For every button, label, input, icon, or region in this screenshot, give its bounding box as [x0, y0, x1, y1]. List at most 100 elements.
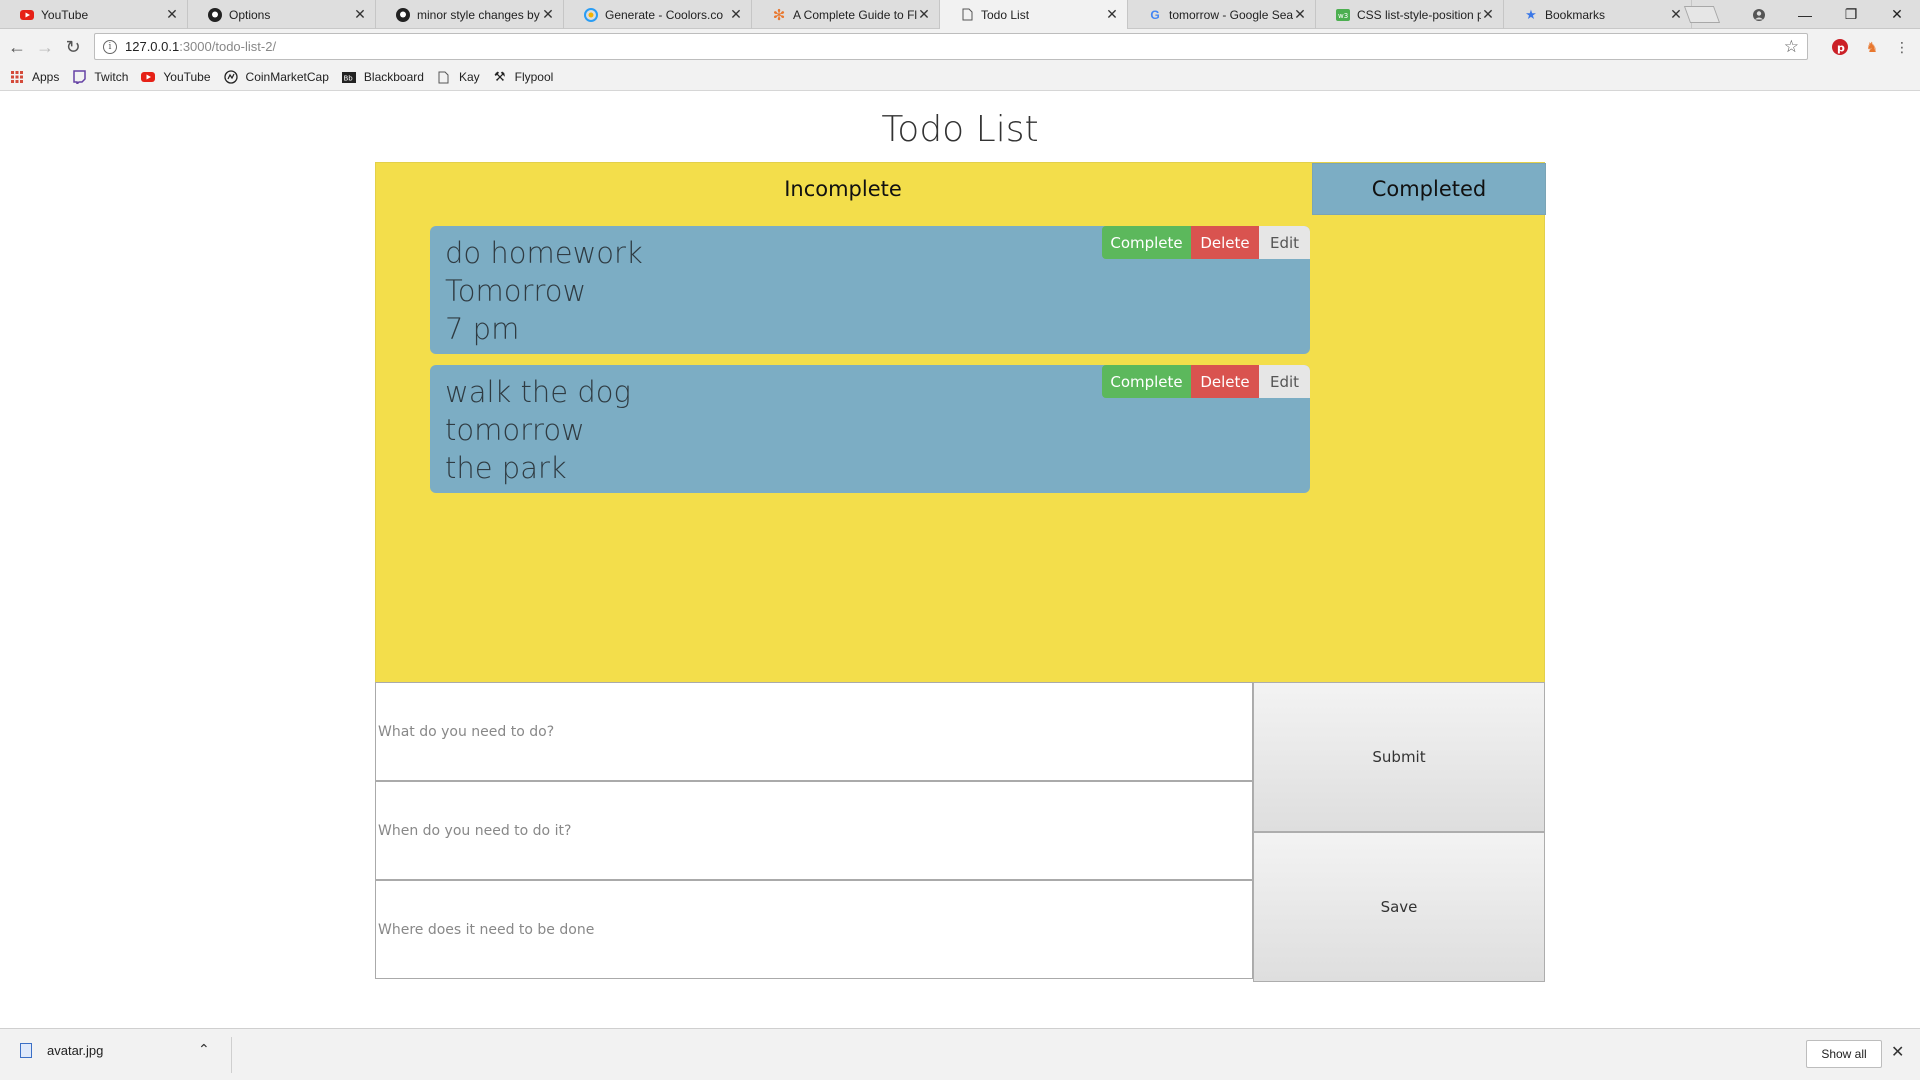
- complete-button[interactable]: Complete: [1102, 226, 1191, 259]
- menu-dots-icon[interactable]: ⋮: [1892, 37, 1912, 57]
- bookmark-kay[interactable]: Kay: [437, 70, 480, 84]
- tab-completed[interactable]: Completed: [1312, 163, 1546, 215]
- bookmark-coinmarketcap[interactable]: CoinMarketCap: [223, 70, 329, 84]
- browser-tab-options[interactable]: Options ✕: [188, 0, 376, 29]
- browser-tab-css-tricks[interactable]: ✻ A Complete Guide to Fl ✕: [752, 0, 940, 29]
- submit-button[interactable]: Submit: [1253, 682, 1545, 832]
- page-icon: [960, 8, 974, 22]
- info-icon[interactable]: i: [103, 39, 117, 54]
- browser-tab-google[interactable]: G tomorrow - Google Sea ✕: [1128, 0, 1316, 29]
- browser-toolbar: ← → ↻ i 127.0.0.1:3000/todo-list-2/ ☆ p …: [0, 29, 1920, 64]
- close-icon[interactable]: ✕: [165, 6, 179, 23]
- todo-form: Submit Save: [375, 682, 1545, 982]
- close-icon[interactable]: ✕: [729, 6, 743, 23]
- edit-button[interactable]: Edit: [1259, 226, 1310, 259]
- chevron-up-icon[interactable]: ⌃: [198, 1041, 210, 1058]
- pickaxe-icon: ⚒: [493, 69, 506, 84]
- pinterest-icon[interactable]: p: [1830, 37, 1850, 57]
- bookmark-label: Twitch: [94, 70, 129, 84]
- what-input[interactable]: [378, 683, 1252, 780]
- bookmark-star-icon[interactable]: ☆: [1784, 37, 1799, 57]
- close-icon[interactable]: ✕: [917, 6, 931, 23]
- css-tricks-icon: ✻: [772, 6, 786, 24]
- google-icon: G: [1150, 7, 1160, 22]
- reload-icon[interactable]: ↻: [60, 34, 86, 60]
- show-all-button[interactable]: Show all: [1806, 1040, 1882, 1068]
- twitch-icon: [72, 70, 86, 84]
- apps-grid-icon: [10, 70, 24, 84]
- profile-icon[interactable]: [1736, 0, 1782, 29]
- bookmark-flypool[interactable]: ⚒ Flypool: [493, 69, 554, 84]
- download-item[interactable]: avatar.jpg: [20, 1043, 103, 1058]
- close-icon[interactable]: ✕: [541, 6, 555, 23]
- tab-title: tomorrow - Google Sea: [1169, 7, 1293, 22]
- restore-icon[interactable]: ❐: [1828, 0, 1874, 29]
- delete-button[interactable]: Delete: [1191, 365, 1259, 398]
- todo-actions: Complete Delete Edit: [1102, 365, 1310, 398]
- new-tab-button[interactable]: [1683, 6, 1721, 23]
- browser-tab-w3schools[interactable]: w3 CSS list-style-position p ✕: [1316, 0, 1504, 29]
- download-file-name: avatar.jpg: [47, 1043, 104, 1058]
- bookmark-label: YouTube: [163, 70, 211, 84]
- address-bar[interactable]: i 127.0.0.1:3000/todo-list-2/ ☆: [94, 33, 1808, 60]
- svg-text:w3: w3: [1338, 12, 1348, 20]
- url-host: 127.0.0.1: [125, 39, 180, 54]
- close-icon[interactable]: ✕: [1481, 6, 1495, 23]
- bookmark-blackboard[interactable]: Bb Blackboard: [341, 70, 424, 84]
- close-icon[interactable]: ✕: [1891, 1042, 1904, 1062]
- youtube-icon: [141, 70, 156, 84]
- todo-when: Tomorrow: [445, 274, 587, 308]
- browser-tab-todo-list[interactable]: Todo List ✕: [940, 0, 1128, 30]
- page-title: Todo List: [881, 109, 1039, 150]
- where-input[interactable]: [378, 881, 1252, 978]
- tab-title: Options: [229, 7, 271, 22]
- bookmark-twitch[interactable]: Twitch: [72, 70, 128, 84]
- close-icon[interactable]: ✕: [1669, 6, 1683, 23]
- downloads-bar: avatar.jpg ⌃ Show all ✕: [0, 1028, 1920, 1080]
- delete-button[interactable]: Delete: [1191, 226, 1259, 259]
- browser-tab-coolors[interactable]: Generate - Coolors.co ✕: [564, 0, 752, 29]
- svg-text:p: p: [1837, 42, 1845, 55]
- complete-button[interactable]: Complete: [1102, 365, 1191, 398]
- image-file-icon: [20, 1043, 32, 1058]
- close-icon[interactable]: ✕: [353, 6, 367, 23]
- bookmark-youtube[interactable]: YouTube: [141, 70, 211, 84]
- todo-card: do homework Tomorrow 7 pm Complete Delet…: [430, 226, 1310, 354]
- extension-fox-icon[interactable]: ♞: [1862, 37, 1882, 57]
- github-icon: [208, 7, 222, 22]
- minimize-icon[interactable]: —: [1782, 0, 1828, 29]
- tab-incomplete[interactable]: Incomplete: [376, 163, 1310, 215]
- browser-tab-github-pr[interactable]: minor style changes by ✕: [376, 0, 564, 29]
- forward-arrow-icon[interactable]: →: [32, 34, 58, 60]
- coolors-icon: [584, 7, 598, 22]
- tab-title: Generate - Coolors.co: [605, 7, 724, 22]
- bookmark-label: Blackboard: [363, 70, 424, 84]
- todo-actions: Complete Delete Edit: [1102, 226, 1310, 259]
- browser-tab-bookmarks[interactable]: ★ Bookmarks ✕: [1504, 0, 1692, 29]
- browser-tab-strip: YouTube ✕ Options ✕ minor style changes …: [0, 0, 1920, 30]
- edit-button[interactable]: Edit: [1259, 365, 1310, 398]
- window-close-icon[interactable]: ✕: [1874, 0, 1920, 29]
- when-input[interactable]: [378, 782, 1252, 879]
- browser-tab-youtube[interactable]: YouTube ✕: [0, 0, 188, 29]
- bookmark-label: Kay: [458, 70, 480, 84]
- coinmarketcap-icon: [223, 70, 238, 84]
- tab-title: CSS list-style-position p: [1357, 7, 1481, 22]
- page-icon: [437, 70, 451, 84]
- bookmark-apps[interactable]: Apps: [10, 70, 59, 84]
- w3schools-icon: w3: [1336, 8, 1350, 22]
- url-path: :3000/todo-list-2/: [179, 39, 277, 54]
- tab-title: minor style changes by: [417, 7, 540, 22]
- bookmark-label: CoinMarketCap: [245, 70, 329, 84]
- tab-title: YouTube: [41, 7, 89, 22]
- todo-card: walk the dog tomorrow the park Complete …: [430, 365, 1310, 493]
- close-icon[interactable]: ✕: [1293, 6, 1307, 23]
- todo-when: tomorrow: [445, 413, 585, 447]
- divider: [231, 1037, 232, 1073]
- blackboard-icon: Bb: [341, 70, 356, 84]
- save-button[interactable]: Save: [1253, 832, 1545, 982]
- close-icon[interactable]: ✕: [1105, 6, 1119, 23]
- todo-where: 7 pm: [445, 312, 520, 346]
- back-arrow-icon[interactable]: ←: [4, 34, 30, 60]
- tab-title: Bookmarks: [1545, 7, 1606, 22]
